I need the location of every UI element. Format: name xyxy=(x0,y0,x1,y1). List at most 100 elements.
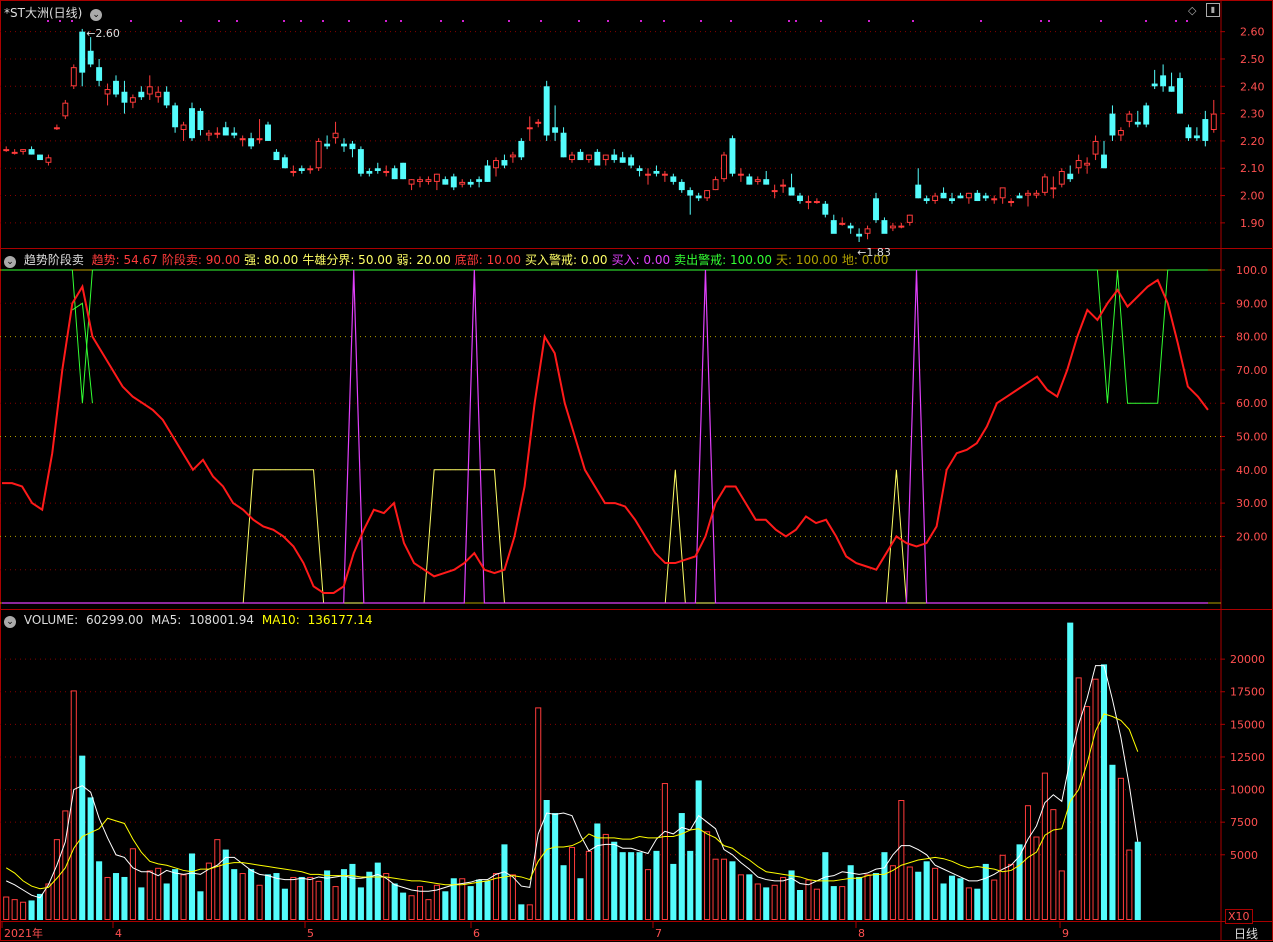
candle-body-up xyxy=(721,154,727,180)
signal-dot xyxy=(607,20,609,22)
x-axis-ticks: 2021年 4 5 6 7 8 9 xyxy=(1,921,1069,940)
volume-bar-up xyxy=(1084,706,1091,921)
signal-dot xyxy=(348,20,350,22)
volume-bar-up xyxy=(146,870,153,920)
candle-body-down xyxy=(138,91,145,98)
window-toggle-icon[interactable]: ▮ xyxy=(1206,3,1220,17)
candle-body-up xyxy=(459,181,466,185)
volume-bar-up xyxy=(180,874,187,921)
volume-bar-down xyxy=(746,874,753,920)
candle-body-up xyxy=(864,228,871,234)
volume-label: VOLUME xyxy=(23,613,75,627)
volume-bar-up xyxy=(70,690,77,920)
volume-multiplier: X10 xyxy=(1225,909,1253,924)
candle-body-down xyxy=(873,198,879,221)
candle-body-down xyxy=(87,50,94,65)
indicator-legend-item: 弱: 20.00 xyxy=(396,253,451,267)
volume-bar-down xyxy=(881,852,888,920)
candle-body-down xyxy=(96,67,103,81)
volume-bar-up xyxy=(771,884,778,920)
volume-bar-up xyxy=(290,876,297,921)
candle-body-up xyxy=(526,127,533,130)
candle-body-down xyxy=(982,195,989,199)
chevron-down-icon[interactable]: ⌄ xyxy=(4,616,16,628)
candle-body-up xyxy=(205,132,212,136)
volume-bar-down xyxy=(121,876,128,920)
price-tick-label: 2.40 xyxy=(1240,80,1265,93)
candle-body-down xyxy=(37,154,43,161)
candle-body-up xyxy=(906,214,913,223)
x-tick-label: 4 xyxy=(115,927,122,940)
candle-body-up xyxy=(965,192,972,199)
candle-body-up xyxy=(53,127,60,130)
candle-body-up xyxy=(45,157,52,163)
volume-bar-down xyxy=(112,873,120,920)
candle-body-up xyxy=(737,173,744,176)
volume-bar-down xyxy=(138,887,145,920)
volume-bar-down xyxy=(467,886,474,920)
signal-dot xyxy=(236,20,238,22)
candle-body-down xyxy=(324,143,331,147)
signal-dot xyxy=(1145,20,1147,22)
volume-bar-up xyxy=(780,876,787,921)
volume-bar-up xyxy=(526,904,533,921)
indicator-tick-label: 70.00 xyxy=(1236,364,1268,377)
volume-bar-down xyxy=(231,869,238,920)
candles xyxy=(3,28,1217,242)
volume-bar-down xyxy=(357,887,364,920)
chevron-down-icon[interactable]: ⌄ xyxy=(90,9,103,21)
candle-body-down xyxy=(543,86,550,136)
candle-body-down xyxy=(1016,195,1023,199)
candle-body-down xyxy=(594,151,601,166)
x-tick-label: 9 xyxy=(1062,927,1069,940)
candle-body-up xyxy=(1075,160,1082,169)
volume-bar-down xyxy=(349,863,356,920)
candle-body-up xyxy=(1058,170,1065,185)
volume-bar-down xyxy=(298,876,305,920)
price-title: *ST大洲(日线) xyxy=(4,6,83,20)
volume-bar-down xyxy=(948,875,956,920)
volume-bar-down xyxy=(442,891,449,920)
indicator-tick-label: 50.00 xyxy=(1236,431,1268,444)
candle-body-up xyxy=(813,201,820,204)
volume-bar-up xyxy=(129,848,136,920)
signal-dot xyxy=(795,20,797,22)
candle-body-down xyxy=(231,132,238,136)
volume-bar-up xyxy=(535,707,542,920)
candle-body-up xyxy=(155,91,162,98)
volume-bar-down xyxy=(830,886,837,920)
period-label[interactable]: 日线 xyxy=(1234,925,1258,942)
signal-dot xyxy=(868,20,870,22)
volume-bar-down xyxy=(940,883,947,920)
volume-bar-up xyxy=(20,901,27,921)
volume-bar-up xyxy=(805,879,812,921)
candle-body-up xyxy=(62,102,69,117)
volume-value: 60299.00 xyxy=(85,613,144,627)
candle-body-up xyxy=(509,154,516,158)
diamond-icon[interactable]: ◇ xyxy=(1188,4,1196,17)
candle-body-up xyxy=(383,170,390,173)
volume-bar-up xyxy=(568,846,576,921)
candle-body-down xyxy=(1202,119,1209,141)
candle-body-down xyxy=(763,179,770,185)
chevron-down-icon[interactable]: ⌄ xyxy=(4,256,16,268)
candle-body-down xyxy=(729,138,736,174)
candle-body-down xyxy=(341,143,347,147)
candle-body-down xyxy=(619,157,626,163)
candle-body-down xyxy=(273,151,280,161)
candle-body-down xyxy=(222,127,229,136)
candle-body-down xyxy=(467,181,474,185)
volume-bar-down xyxy=(366,871,373,920)
volume-bar-down xyxy=(856,876,863,920)
volume-bar-down xyxy=(915,871,922,920)
candle-body-down xyxy=(611,154,618,161)
candle-body-down xyxy=(121,91,128,103)
candle-body-down xyxy=(1177,78,1183,114)
candle-body-up xyxy=(1117,130,1124,136)
candle-body-up xyxy=(704,190,711,199)
signal-dot xyxy=(788,20,790,22)
x-tick-label: 2021年 xyxy=(4,926,43,940)
candle-body-down xyxy=(1168,86,1175,92)
volume-bar-up xyxy=(704,831,711,920)
indicator-tick-label: 20.00 xyxy=(1236,530,1268,543)
